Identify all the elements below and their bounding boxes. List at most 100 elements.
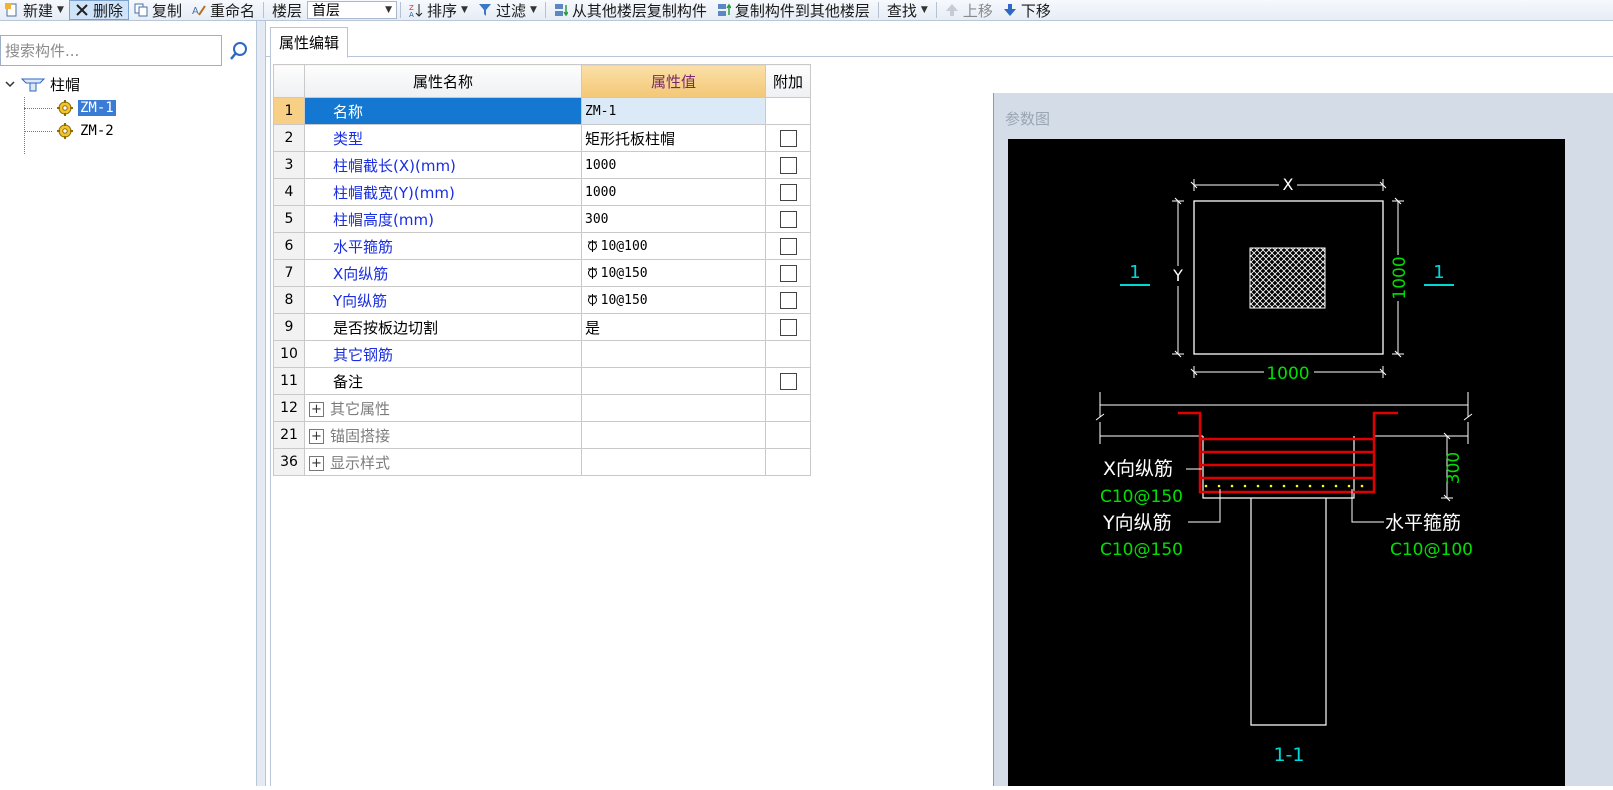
group-name-cell[interactable]: + 其它属性 [304,394,582,422]
group-name-cell[interactable]: + 锚固搭接 [304,421,582,449]
property-value [581,394,766,422]
tree-node-zm-2[interactable]: ZM-2 [56,120,116,142]
table-row[interactable]: 7 X向纵筋 10@150 [273,259,811,287]
property-name[interactable]: 柱帽截宽(Y)(mm) [304,178,582,206]
property-name[interactable]: 是否按板边切割 [304,313,582,341]
extra-cell [765,124,811,152]
table-row[interactable]: 2 类型 矩形托板柱帽 [273,124,811,152]
table-row[interactable]: 6 水平箍筋 10@100 [273,232,811,260]
rename-button[interactable]: A 重命名 [187,0,260,20]
table-row-group[interactable]: 36 + 显示样式 [273,448,811,476]
value-column-header[interactable]: 属性值 [581,64,766,98]
extra-column-header[interactable]: 附加 [765,64,811,98]
extra-cell [765,205,811,233]
property-value[interactable] [581,340,766,368]
table-row-group[interactable]: 21 + 锚固搭接 [273,421,811,449]
new-label: 新建 [23,1,54,20]
copy-from-floor-button[interactable]: 从其他楼层复制构件 [549,0,712,20]
new-button[interactable]: 新建 ▼ [0,0,69,20]
sort-button[interactable]: ZA 排序 ▼ [404,0,473,20]
expand-icon[interactable]: + [309,455,324,471]
move-up-button[interactable]: 上移 [940,0,998,20]
copy-from-floor-icon [554,4,568,17]
floor-select[interactable]: 首层 ▼ [307,1,397,19]
extra-checkbox[interactable] [779,130,797,147]
table-row[interactable]: 5 柱帽高度(mm) 300 [273,205,811,233]
move-down-label: 下移 [1020,1,1051,20]
table-row[interactable]: 1 名称 ZM-1 [273,97,811,125]
tree-node-root[interactable]: 柱帽 [4,73,80,95]
property-value[interactable]: 是 [581,313,766,341]
copy-icon [134,3,148,17]
search-input[interactable] [3,40,217,61]
property-value[interactable]: 10@150 [581,259,766,287]
property-name[interactable]: 柱帽截长(X)(mm) [304,151,582,179]
delete-button[interactable]: 删除 [68,0,129,20]
extra-cell [765,394,811,422]
extra-cell [765,421,811,449]
extra-checkbox[interactable] [779,211,797,228]
copy-to-floor-button[interactable]: 复制构件到其他楼层 [712,0,875,20]
table-row[interactable]: 9 是否按板边切割 是 [273,313,811,341]
property-name[interactable]: 柱帽高度(mm) [304,205,582,233]
property-value[interactable]: 矩形托板柱帽 [581,124,766,152]
plan-width-dimension: 1000 [1266,364,1309,384]
section-rebar-dots [1204,484,1364,488]
extra-checkbox[interactable] [779,184,797,201]
chevron-down-icon: ▼ [385,5,392,15]
floor-select-value: 首层 [312,3,340,19]
extra-cell [765,232,811,260]
extra-checkbox[interactable] [779,319,797,336]
tree-connector [24,108,52,109]
property-value[interactable]: 10@150 [581,286,766,314]
y-bar-value: C10@150 [1100,540,1183,560]
copy-button[interactable]: 复制 [129,0,187,20]
search-button[interactable] [226,37,252,65]
property-value[interactable]: 1000 [581,151,766,179]
grid-border [270,57,271,786]
toolbar-separator [262,2,264,18]
extra-checkbox[interactable] [779,238,797,255]
extra-checkbox[interactable] [779,373,797,390]
extra-checkbox[interactable] [779,265,797,282]
delete-label: 删除 [92,1,123,20]
table-row[interactable]: 8 Y向纵筋 10@150 [273,286,811,314]
property-value[interactable]: 300 [581,205,766,233]
table-row[interactable]: 4 柱帽截宽(Y)(mm) 1000 [273,178,811,206]
extra-cell [765,313,811,341]
row-number: 3 [273,151,305,179]
component-icon [57,123,73,139]
expand-icon[interactable]: + [309,401,324,417]
table-row-group[interactable]: 12 + 其它属性 [273,394,811,422]
plan-column-hatch [1249,247,1326,309]
property-name[interactable]: 类型 [304,124,582,152]
property-name[interactable]: Y向纵筋 [304,286,582,314]
chevron-down-icon[interactable] [4,78,16,90]
property-name[interactable]: 名称 [304,97,582,125]
extra-checkbox[interactable] [779,157,797,174]
extra-cell [765,259,811,287]
tab-property-edit[interactable]: 属性编辑 [270,27,349,58]
property-value[interactable] [581,367,766,395]
table-row[interactable]: 10 其它钢筋 [273,340,811,368]
table-row[interactable]: 11 备注 [273,367,811,395]
table-row[interactable]: 3 柱帽截长(X)(mm) 1000 [273,151,811,179]
expand-icon[interactable]: + [309,428,324,444]
tab-label: 属性编辑 [279,34,340,52]
filter-button[interactable]: 过滤 ▼ [473,0,542,20]
property-name[interactable]: 备注 [304,367,582,395]
property-name[interactable]: X向纵筋 [304,259,582,287]
panel-splitter[interactable] [257,21,266,786]
extra-cell [765,151,811,179]
extra-checkbox[interactable] [779,292,797,309]
tree-node-zm-1[interactable]: ZM-1 [56,97,116,119]
group-name-cell[interactable]: + 显示样式 [304,448,582,476]
move-down-button[interactable]: 下移 [998,0,1056,20]
property-name[interactable]: 水平箍筋 [304,232,582,260]
property-value[interactable]: 1000 [581,178,766,206]
property-name[interactable]: 其它钢筋 [304,340,582,368]
property-value[interactable]: 10@100 [581,232,766,260]
property-value[interactable]: ZM-1 [581,97,766,125]
name-column-header[interactable]: 属性名称 [304,64,582,98]
find-button[interactable]: 查找 ▼ [882,0,933,20]
